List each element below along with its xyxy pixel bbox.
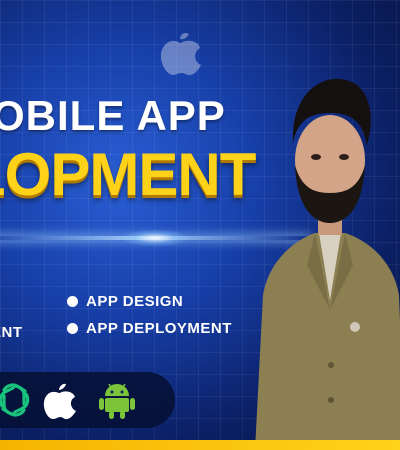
android-icon xyxy=(99,383,135,419)
light-flare xyxy=(120,229,190,247)
bottom-accent-bar xyxy=(0,440,400,450)
app-development-banner: OBILE APP ELOPMENT S MENT APP DESIGN APP… xyxy=(0,0,400,450)
service-item: APP DESIGN xyxy=(67,293,183,310)
service-item: MENT xyxy=(0,324,23,341)
headline-line-1: OBILE APP xyxy=(0,92,226,139)
bullet-dot-icon xyxy=(67,323,78,334)
apple-icon xyxy=(43,383,76,420)
apple-logo-background-icon xyxy=(160,32,201,76)
bullet-dot-icon xyxy=(67,296,78,307)
presenter-photo xyxy=(255,78,400,450)
service-item: APP DEPLOYMENT xyxy=(67,320,232,337)
service-label: APP DESIGN xyxy=(86,293,184,310)
headline-line-2: ELOPMENT xyxy=(0,141,256,208)
service-label: APP DEPLOYMENT xyxy=(86,320,232,337)
chatgpt-icon xyxy=(0,383,30,417)
service-label: MENT xyxy=(0,324,23,341)
